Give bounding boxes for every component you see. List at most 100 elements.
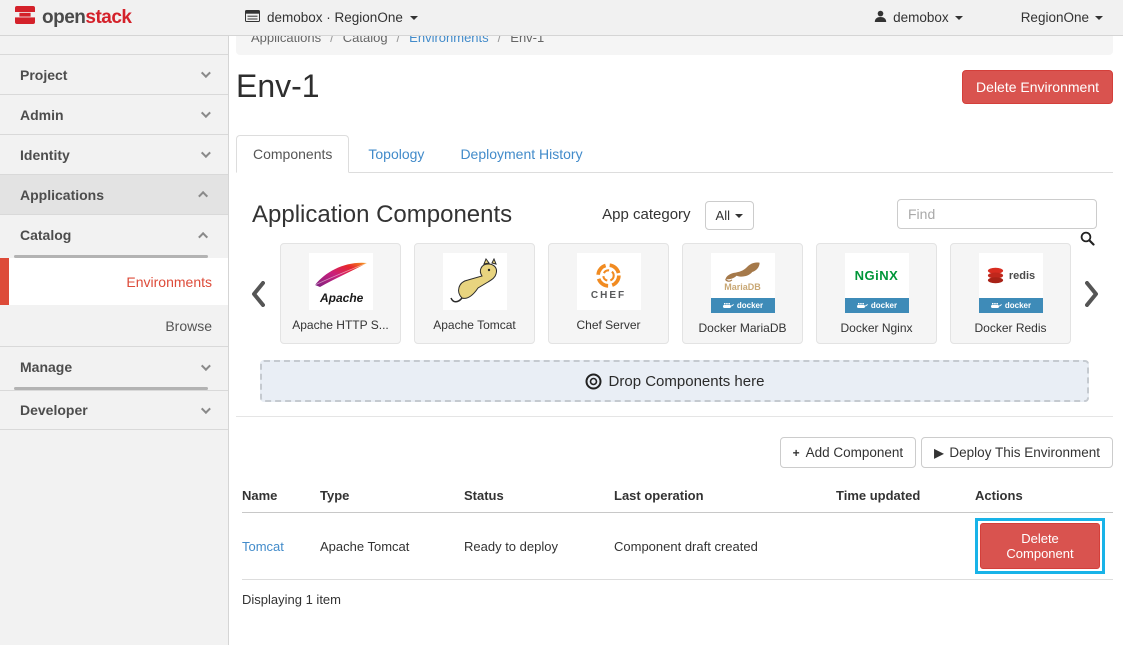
section-divider <box>236 416 1113 417</box>
docker-badge: docker <box>845 298 909 313</box>
chef-logo-text: CHEF <box>591 290 626 301</box>
sidebar-item-browse[interactable]: Browse <box>0 305 228 347</box>
table-row: Tomcat Apache Tomcat Ready to deploy Com… <box>242 513 1113 580</box>
component-card-apache-http[interactable]: Apache Apache HTTP S... <box>280 243 401 344</box>
tab-topology[interactable]: Topology <box>351 135 441 173</box>
component-card-label: Docker Redis <box>974 321 1046 335</box>
components-carousel: Apache Apache HTTP S... Apache Tomcat <box>236 243 1113 344</box>
component-card-label: Apache Tomcat <box>433 318 516 332</box>
docker-whale-icon <box>856 301 868 310</box>
deploy-environment-label: Deploy This Environment <box>949 445 1100 460</box>
column-header-type: Type <box>320 480 464 513</box>
component-card-label: Docker Nginx <box>840 321 912 335</box>
component-cards: Apache Apache HTTP S... Apache Tomcat <box>280 243 1071 344</box>
chevron-up-icon <box>198 231 208 241</box>
user-menu-label: demobox <box>893 10 949 25</box>
table-header-row: Name Type Status Last operation Time upd… <box>242 480 1113 513</box>
component-card-label: Docker MariaDB <box>698 321 786 335</box>
mariadb-logo-text: MariaDB <box>724 282 761 292</box>
component-last-operation-cell: Component draft created <box>614 513 836 580</box>
region-menu[interactable]: RegionOne <box>1021 10 1103 25</box>
sidebar-item-admin[interactable]: Admin <box>0 95 228 135</box>
plus-icon: + <box>793 446 800 460</box>
carousel-next-button[interactable] <box>1071 243 1113 344</box>
sidebar-item-label: Catalog <box>20 227 71 243</box>
sidebar-clipped-row <box>0 36 228 55</box>
deploy-environment-button[interactable]: ▶ Deploy This Environment <box>921 437 1113 468</box>
docker-badge-text: docker <box>1005 301 1031 310</box>
sidebar: Project Admin Identity Applications Cata… <box>0 36 229 645</box>
user-icon <box>874 10 887 26</box>
drop-components-zone[interactable]: Drop Components here <box>260 360 1089 402</box>
column-header-actions: Actions <box>975 480 1113 513</box>
caret-down-icon <box>955 16 963 20</box>
component-card-docker-mariadb[interactable]: MariaDB docker Docker Ma <box>682 243 803 344</box>
caret-down-icon <box>1095 16 1103 20</box>
delete-component-button[interactable]: Delete Component <box>980 523 1100 569</box>
sidebar-item-label: Applications <box>20 187 104 203</box>
sidebar-item-applications[interactable]: Applications <box>0 175 228 215</box>
sidebar-item-label: Manage <box>20 359 72 375</box>
openstack-logo-icon <box>14 4 36 31</box>
project-context-switcher[interactable]: demobox · RegionOne <box>245 10 418 25</box>
sidebar-item-developer[interactable]: Developer <box>0 390 228 430</box>
category-filter-dropdown[interactable]: All <box>705 201 754 230</box>
component-time-updated-cell <box>836 513 975 580</box>
sidebar-item-label: Project <box>20 67 67 83</box>
docker-badge: docker <box>979 298 1043 313</box>
sidebar-item-identity[interactable]: Identity <box>0 135 228 175</box>
brand-wordmark: openstack <box>42 7 132 29</box>
component-card-label: Chef Server <box>576 318 640 332</box>
chevron-down-icon <box>201 148 211 158</box>
add-component-label: Add Component <box>806 445 904 460</box>
components-panel-header: Application Components App category All <box>236 199 1113 233</box>
sidebar-item-label: Developer <box>20 402 88 418</box>
caret-down-icon <box>410 16 418 20</box>
find-wrap <box>897 199 1097 229</box>
svg-text:Apache: Apache <box>319 291 364 305</box>
caret-down-icon <box>735 214 743 218</box>
docker-whale-icon <box>722 301 734 310</box>
carousel-prev-button[interactable] <box>236 243 280 344</box>
find-input[interactable] <box>897 199 1097 229</box>
column-header-last-operation: Last operation <box>614 480 836 513</box>
sidebar-item-manage[interactable]: Manage <box>0 347 228 387</box>
tab-deployment-history[interactable]: Deployment History <box>443 135 599 173</box>
component-card-apache-tomcat[interactable]: Apache Tomcat <box>414 243 535 344</box>
components-heading: Application Components <box>252 199 512 231</box>
search-icon[interactable] <box>1080 231 1095 251</box>
bullseye-icon <box>585 373 602 390</box>
chevron-down-icon <box>201 108 211 118</box>
sidebar-item-catalog[interactable]: Catalog <box>0 215 228 255</box>
tab-bar: Components Topology Deployment History <box>236 135 1113 173</box>
openstack-logo[interactable]: openstack <box>0 4 229 31</box>
sidebar-item-label: Browse <box>165 318 212 334</box>
sidebar-item-project[interactable]: Project <box>0 55 228 95</box>
chevron-right-icon <box>1085 281 1099 307</box>
tab-components[interactable]: Components <box>236 135 349 173</box>
chevron-down-icon <box>201 404 211 414</box>
projects-list-icon <box>245 10 260 25</box>
add-component-button[interactable]: + Add Component <box>780 437 917 468</box>
component-card-docker-redis[interactable]: redis docker Docker Redi <box>950 243 1071 344</box>
chevron-up-icon <box>198 191 208 201</box>
sidebar-item-environments-active[interactable]: Environments <box>0 258 228 305</box>
user-menu[interactable]: demobox <box>874 10 963 26</box>
component-status-cell: Ready to deploy <box>464 513 614 580</box>
column-header-status: Status <box>464 480 614 513</box>
component-card-chef-server[interactable]: CHEF Chef Server <box>548 243 669 344</box>
app-category-label: App category <box>602 199 690 231</box>
docker-badge-text: docker <box>737 301 763 310</box>
sidebar-item-label: Admin <box>20 107 64 123</box>
delete-environment-button[interactable]: Delete Environment <box>962 70 1113 104</box>
component-name-link[interactable]: Tomcat <box>242 539 284 554</box>
context-switcher-label: demobox · RegionOne <box>267 10 403 25</box>
drop-zone-text: Drop Components here <box>609 373 765 390</box>
column-header-name: Name <box>242 480 320 513</box>
chef-logo: CHEF <box>577 253 641 310</box>
component-card-docker-nginx[interactable]: NGiNX docker Docker Nginx <box>816 243 937 344</box>
top-navbar: openstack demobox · RegionOne demobox <box>0 0 1123 36</box>
sidebar-item-label: Environments <box>126 274 212 290</box>
chevron-left-icon <box>251 281 265 307</box>
docker-whale-icon <box>990 301 1002 310</box>
